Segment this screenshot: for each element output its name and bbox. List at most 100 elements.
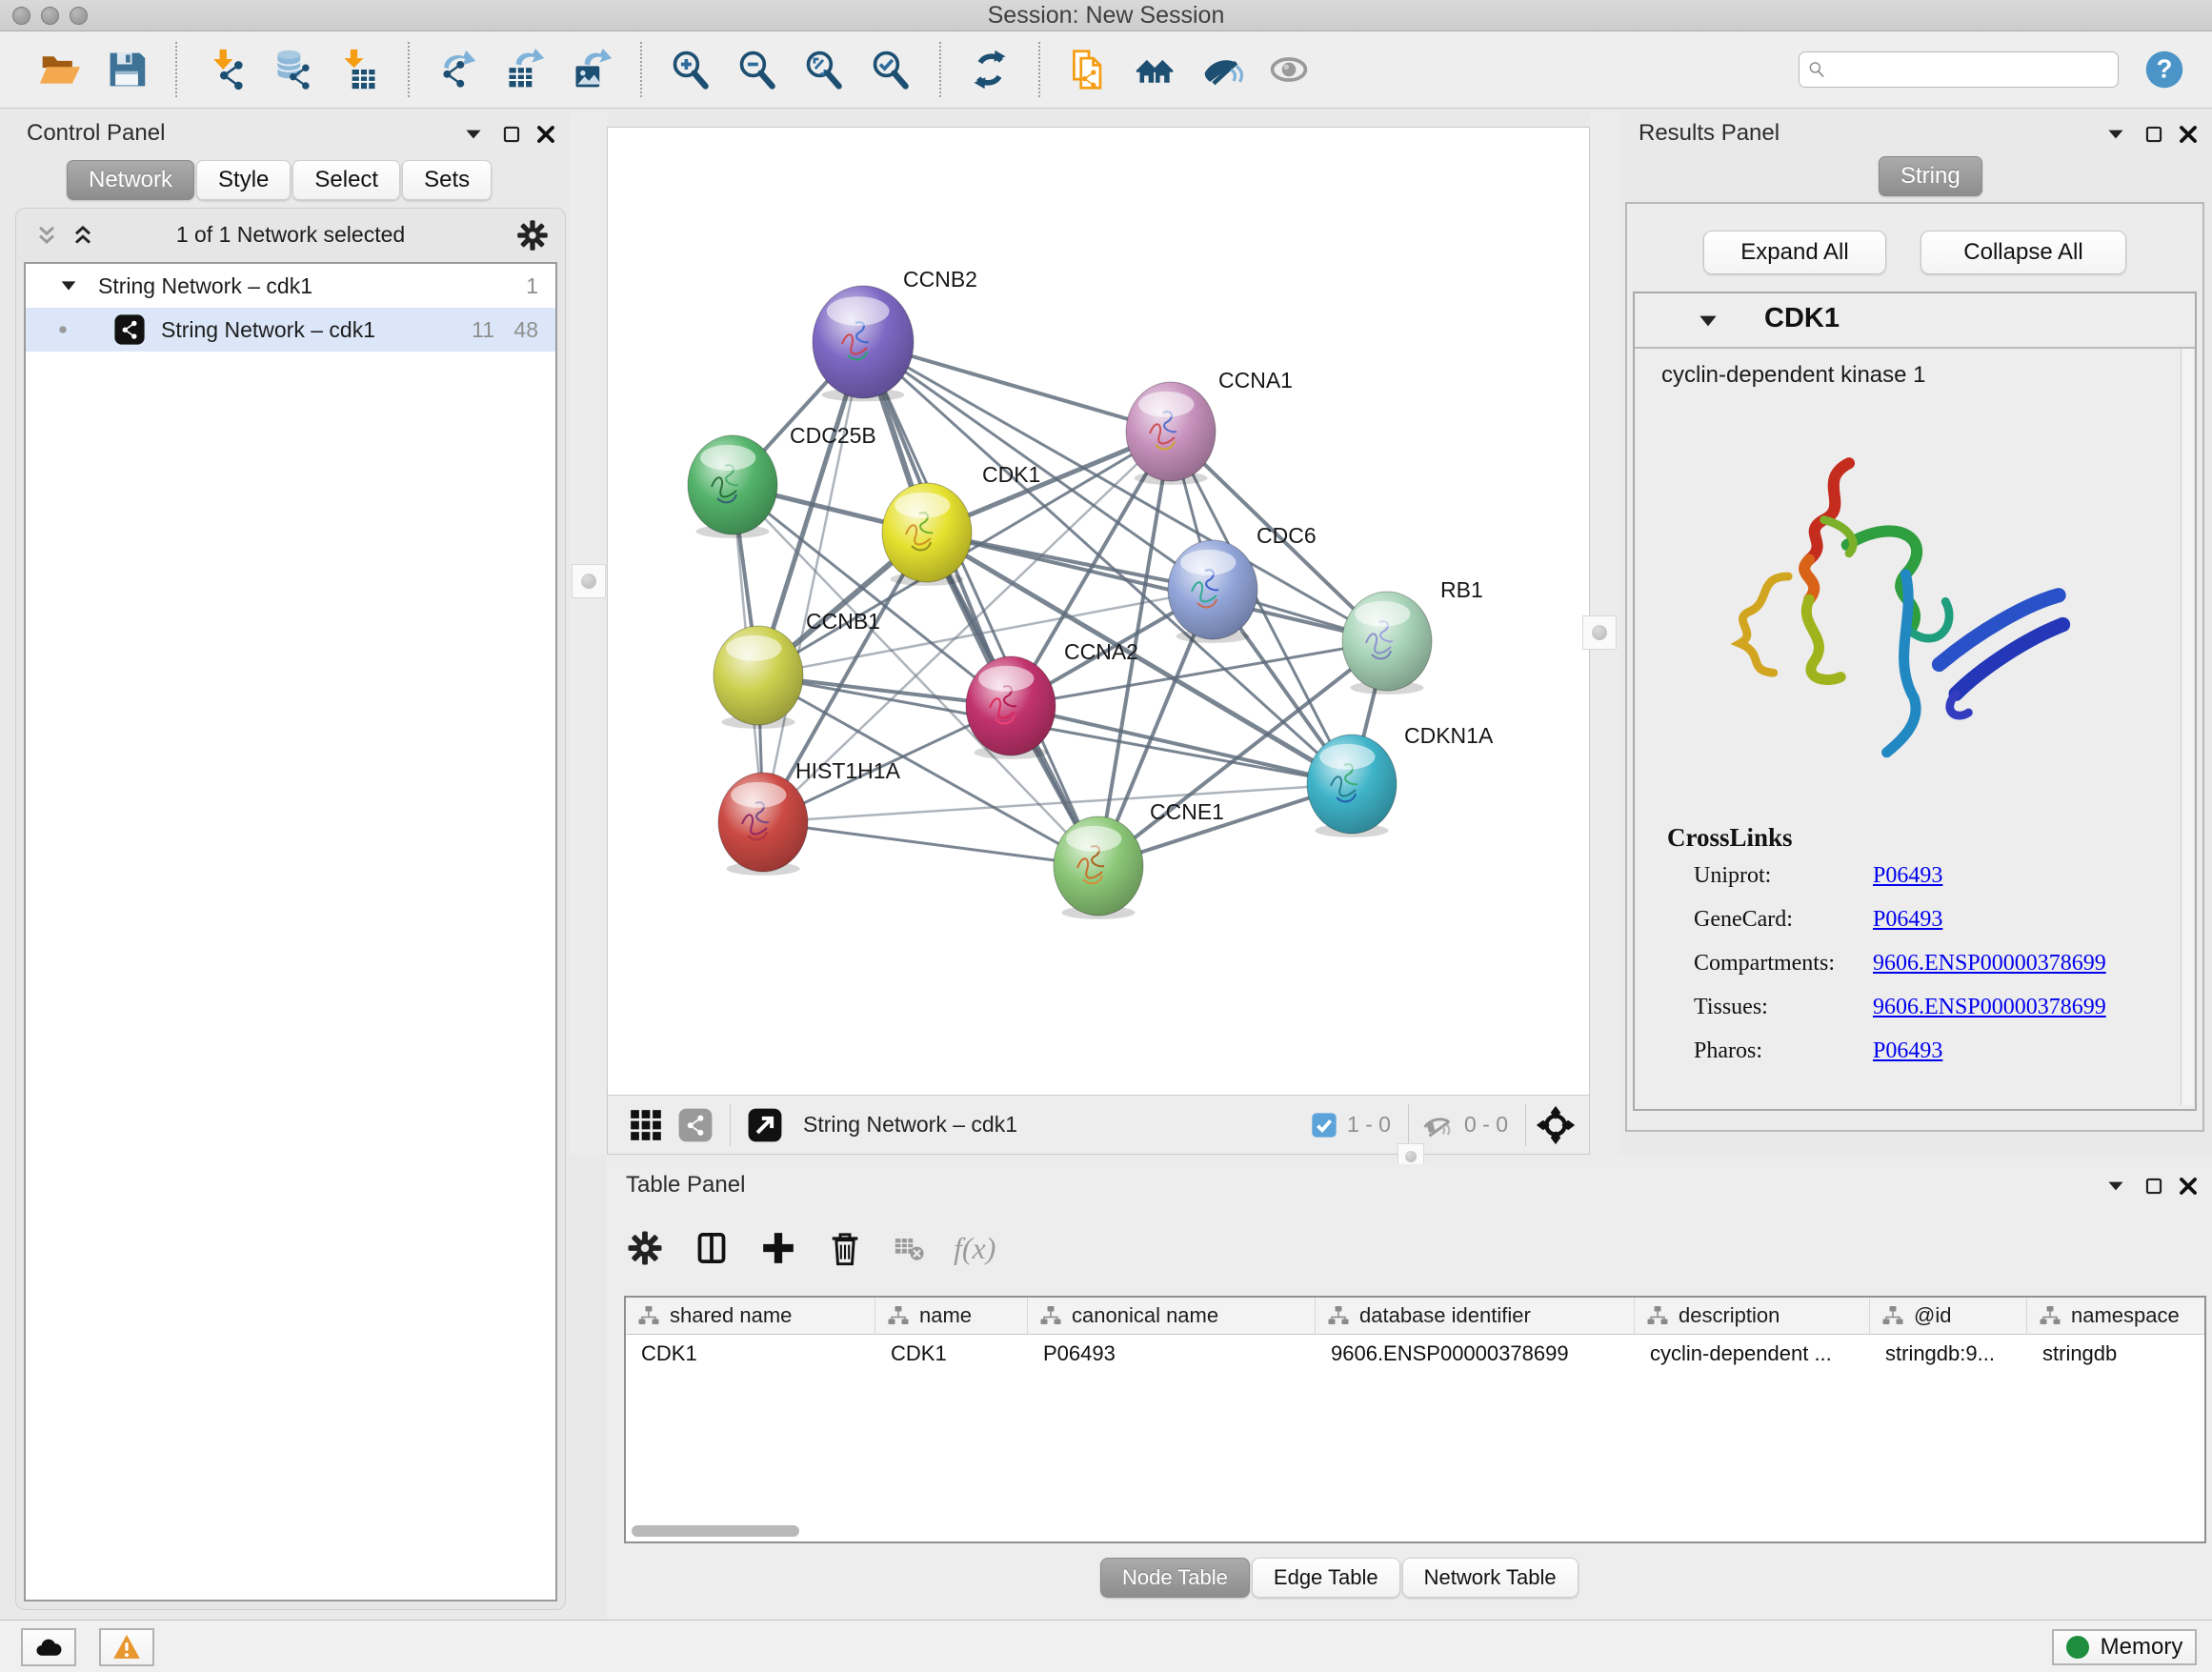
float-panel-icon[interactable] — [2142, 122, 2166, 147]
network-canvas[interactable]: CCNB2CCNA1CDC25BCDK1CDC6RB1CCNB1CCNA2CDK… — [607, 127, 1590, 1155]
network-badge-gray-icon[interactable] — [677, 1107, 714, 1143]
network-node-cdkn1a[interactable]: CDKN1A — [1307, 723, 1494, 837]
close-panel-icon[interactable] — [2176, 122, 2201, 147]
crosslink-link[interactable]: 9606.ENSP00000378699 — [1873, 951, 2106, 977]
node-label-ccnb2: CCNB2 — [903, 267, 977, 292]
close-panel-icon[interactable] — [2176, 1174, 2201, 1199]
birdseye-crosshair-icon[interactable] — [1536, 1105, 1576, 1145]
node-label-hist1h1a: HIST1H1A — [795, 758, 901, 783]
tab-select[interactable]: Select — [292, 160, 400, 200]
hidden-eye-slash-icon[interactable] — [1418, 1109, 1457, 1141]
export-network-icon[interactable] — [437, 49, 479, 91]
collapse-section-triangle-icon[interactable] — [1696, 309, 1720, 333]
column-header-canonical-name[interactable]: canonical name — [1028, 1298, 1316, 1334]
crosslink-link[interactable]: P06493 — [1873, 907, 1942, 933]
network-node-hist1h1a[interactable]: HIST1H1A — [718, 758, 901, 876]
collapse-all-button[interactable]: Collapse All — [1920, 231, 2126, 274]
column-label: namespace — [2071, 1303, 2180, 1328]
search-input[interactable] — [1832, 56, 2110, 83]
float-panel-icon[interactable] — [499, 122, 524, 147]
memory-button[interactable]: Memory — [2052, 1629, 2197, 1665]
tree-expander-triangle-icon[interactable] — [58, 275, 79, 296]
column-header-name[interactable]: name — [875, 1298, 1028, 1334]
show-columns-icon[interactable] — [693, 1229, 731, 1267]
scrollbar-thumb[interactable] — [632, 1525, 799, 1537]
network-collection-label: String Network – cdk1 — [98, 273, 312, 299]
import-database-icon[interactable] — [271, 49, 313, 91]
collapse-panel-icon[interactable] — [2103, 122, 2128, 147]
warnings-button[interactable] — [99, 1628, 154, 1666]
open-folder-icon[interactable] — [39, 49, 81, 91]
tab-network-table[interactable]: Network Table — [1402, 1558, 1579, 1598]
expand-all-button[interactable]: Expand All — [1703, 231, 1886, 274]
network-node-ccnb2[interactable]: CCNB2 — [813, 267, 977, 401]
results-scrollbar[interactable] — [2181, 349, 2193, 1105]
tab-style[interactable]: Style — [196, 160, 291, 200]
network-node-rb1[interactable]: RB1 — [1342, 577, 1483, 695]
column-label: name — [919, 1303, 972, 1328]
right-splitter-grip[interactable] — [1582, 615, 1617, 650]
network-node-cdc25b[interactable]: CDC25B — [688, 423, 876, 538]
network-options-gear-icon[interactable] — [515, 218, 550, 252]
network-node-ccnb1[interactable]: CCNB1 — [714, 609, 880, 729]
export-image-icon[interactable] — [571, 49, 613, 91]
help-icon[interactable]: ? — [2143, 49, 2185, 91]
network-node-cdc6[interactable]: CDC6 — [1168, 523, 1317, 643]
table-options-gear-icon[interactable] — [626, 1229, 664, 1267]
column-header-database-identifier[interactable]: database identifier — [1316, 1298, 1635, 1334]
tab-edge-table[interactable]: Edge Table — [1252, 1558, 1400, 1598]
cloud-status-button[interactable] — [21, 1628, 76, 1666]
zoom-selected-icon[interactable] — [870, 49, 912, 91]
tab-network[interactable]: Network — [67, 160, 194, 200]
node-label-ccna2: CCNA2 — [1064, 639, 1138, 664]
search-box[interactable] — [1799, 51, 2119, 88]
right-splitter[interactable] — [1590, 112, 1619, 1155]
node-label-ccne1: CCNE1 — [1150, 799, 1224, 824]
current-network-bullet-icon — [54, 321, 71, 338]
left-splitter[interactable] — [570, 112, 607, 1155]
grid-view-icon[interactable] — [628, 1107, 664, 1143]
refresh-icon[interactable] — [969, 49, 1011, 91]
network-graph[interactable]: CCNB2CCNA1CDC25BCDK1CDC6RB1CCNB1CCNA2CDK… — [608, 128, 1589, 1096]
zoom-in-icon[interactable] — [670, 49, 712, 91]
column-header-shared-name[interactable]: shared name — [626, 1298, 875, 1334]
crosslink-row: Pharos:P06493 — [1635, 1038, 2195, 1082]
delete-column-icon[interactable] — [826, 1229, 864, 1267]
save-icon[interactable] — [106, 49, 148, 91]
left-splitter-grip[interactable] — [572, 564, 606, 598]
table-row[interactable]: CDK1CDK1P064939606.ENSP00000378699cyclin… — [626, 1335, 2204, 1373]
bottom-splitter[interactable] — [607, 1155, 2212, 1164]
network-tree-row[interactable]: String Network – cdk11148 — [26, 308, 555, 352]
detach-view-icon[interactable] — [747, 1107, 783, 1143]
column-header-namespace[interactable]: namespace — [2027, 1298, 2206, 1334]
tab-node-table[interactable]: Node Table — [1100, 1558, 1250, 1598]
column-header-description[interactable]: description — [1635, 1298, 1870, 1334]
collapse-panel-icon[interactable] — [2103, 1174, 2128, 1199]
network-tree-row[interactable]: String Network – cdk11 — [26, 264, 555, 308]
results-tab-string[interactable]: String — [1879, 156, 1984, 196]
clone-network-icon[interactable] — [1068, 49, 1110, 91]
crosslink-row: Uniprot:P06493 — [1635, 863, 2195, 907]
network-node-ccne1[interactable]: CCNE1 — [1054, 799, 1224, 919]
zoom-out-icon[interactable] — [736, 49, 778, 91]
close-panel-icon[interactable] — [533, 122, 558, 147]
collapse-panel-icon[interactable] — [461, 122, 486, 147]
hide-selected-icon[interactable] — [1201, 49, 1243, 91]
function-builder-icon: f(x) — [954, 1231, 995, 1266]
crosslink-link[interactable]: P06493 — [1873, 1038, 1942, 1064]
create-column-icon[interactable] — [759, 1229, 797, 1267]
cdk1-section-header[interactable]: CDK1 — [1635, 293, 2195, 349]
crosslink-link[interactable]: 9606.ENSP00000378699 — [1873, 995, 2106, 1020]
column-header--id[interactable]: @id — [1870, 1298, 2027, 1334]
float-panel-icon[interactable] — [2142, 1174, 2166, 1199]
export-table-icon[interactable] — [504, 49, 546, 91]
selected-checkbox-icon[interactable] — [1309, 1110, 1339, 1140]
zoom-fit-icon[interactable] — [803, 49, 845, 91]
tab-sets[interactable]: Sets — [402, 160, 492, 200]
import-table-icon[interactable] — [338, 49, 380, 91]
table-horizontal-scrollbar[interactable] — [630, 1524, 2201, 1538]
crosslink-link[interactable]: P06493 — [1873, 863, 1942, 889]
home-icon[interactable] — [1135, 49, 1176, 91]
import-network-icon[interactable] — [205, 49, 247, 91]
show-all-icon[interactable] — [1268, 49, 1310, 91]
